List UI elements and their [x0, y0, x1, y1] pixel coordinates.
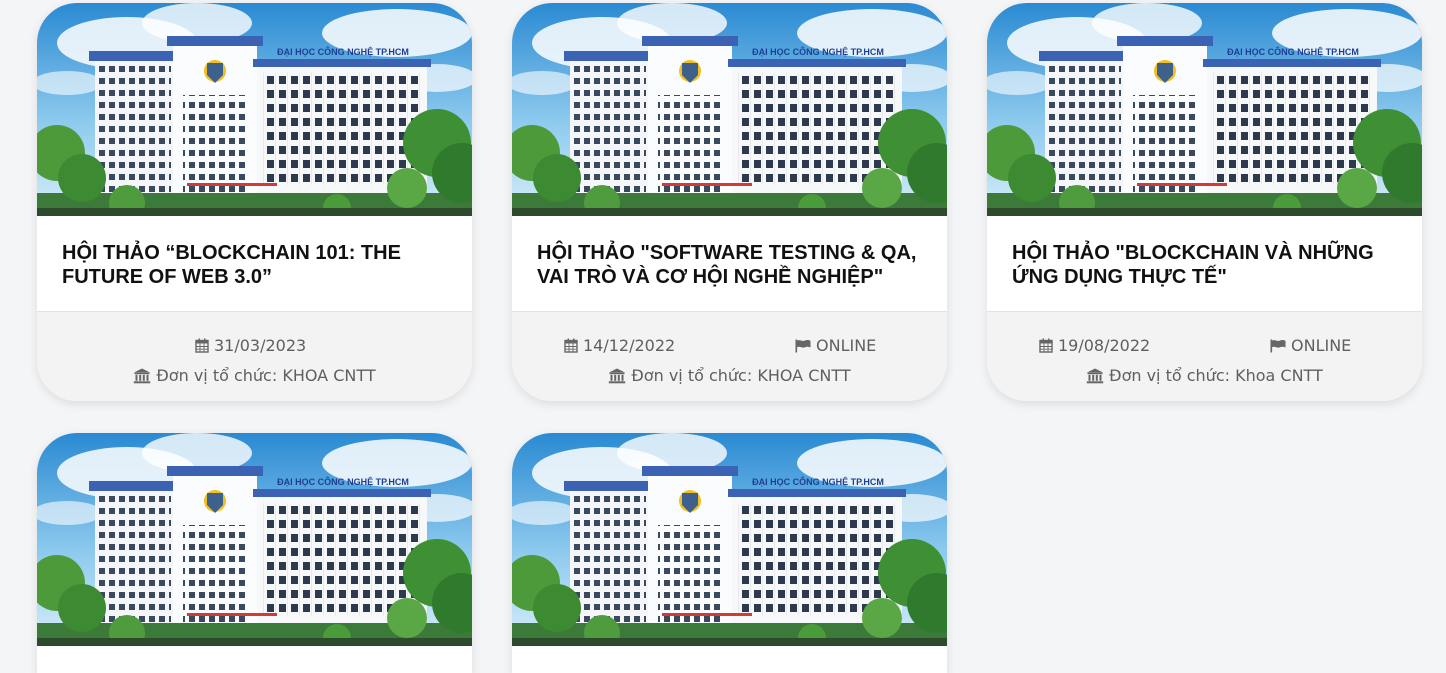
- event-image[interactable]: [512, 3, 947, 216]
- institution-icon: [1086, 368, 1104, 383]
- calendar-icon: [564, 338, 578, 353]
- event-meta: 14/12/2022 ONLINE Đơn vị tổ chức: KHOA C…: [512, 311, 947, 401]
- event-card[interactable]: HỘI THẢO “BLOCKCHAIN 101: THE FUTURE OF …: [37, 3, 472, 401]
- event-format-text: ONLINE: [1291, 336, 1352, 355]
- event-format: ONLINE: [1270, 336, 1351, 355]
- event-organizer: Đơn vị tổ chức: Khoa CNTT: [1086, 366, 1323, 385]
- event-date: 14/12/2022: [564, 336, 675, 355]
- event-card[interactable]: [512, 433, 947, 673]
- event-date-text: 19/08/2022: [1058, 336, 1151, 355]
- event-meta: 19/08/2022 ONLINE Đơn vị tổ chức: Khoa C…: [987, 311, 1422, 401]
- event-image[interactable]: [512, 433, 947, 646]
- event-image[interactable]: [987, 3, 1422, 216]
- flag-icon: [1270, 339, 1286, 352]
- event-title[interactable]: HỘI THẢO “BLOCKCHAIN 101: THE FUTURE OF …: [62, 241, 452, 289]
- calendar-icon: [1039, 338, 1053, 353]
- event-card[interactable]: HỘI THẢO "BLOCKCHAIN VÀ NHỮNG ỨNG DỤNG T…: [987, 3, 1422, 401]
- event-date: 19/08/2022: [1039, 336, 1150, 355]
- event-format-text: ONLINE: [816, 336, 877, 355]
- event-organizer-text: Đơn vị tổ chức: KHOA CNTT: [631, 366, 851, 385]
- event-meta: 31/03/2023 Đơn vị tổ chức: KHOA CNTT: [37, 311, 472, 401]
- event-image[interactable]: [37, 433, 472, 646]
- event-card[interactable]: [37, 433, 472, 673]
- institution-icon: [609, 368, 626, 383]
- event-image[interactable]: [37, 3, 472, 216]
- institution-icon: [134, 368, 151, 383]
- event-organizer: Đơn vị tổ chức: KHOA CNTT: [133, 366, 376, 385]
- event-title[interactable]: HỘI THẢO "BLOCKCHAIN VÀ NHỮNG ỨNG DỤNG T…: [1012, 241, 1402, 289]
- event-organizer-text: Đơn vị tổ chức: KHOA CNTT: [156, 366, 376, 385]
- event-title[interactable]: HỘI THẢO "SOFTWARE TESTING & QA, VAI TRÒ…: [537, 241, 927, 289]
- event-organizer: Đơn vị tổ chức: KHOA CNTT: [608, 366, 851, 385]
- event-organizer-text: Đơn vị tổ chức: Khoa CNTT: [1109, 366, 1323, 385]
- event-format: ONLINE: [795, 336, 876, 355]
- event-date-text: 31/03/2023: [214, 336, 307, 355]
- flag-icon: [795, 339, 811, 352]
- event-date: 31/03/2023: [195, 336, 306, 355]
- event-card[interactable]: HỘI THẢO "SOFTWARE TESTING & QA, VAI TRÒ…: [512, 3, 947, 401]
- event-date-text: 14/12/2022: [583, 336, 676, 355]
- calendar-icon: [195, 338, 209, 353]
